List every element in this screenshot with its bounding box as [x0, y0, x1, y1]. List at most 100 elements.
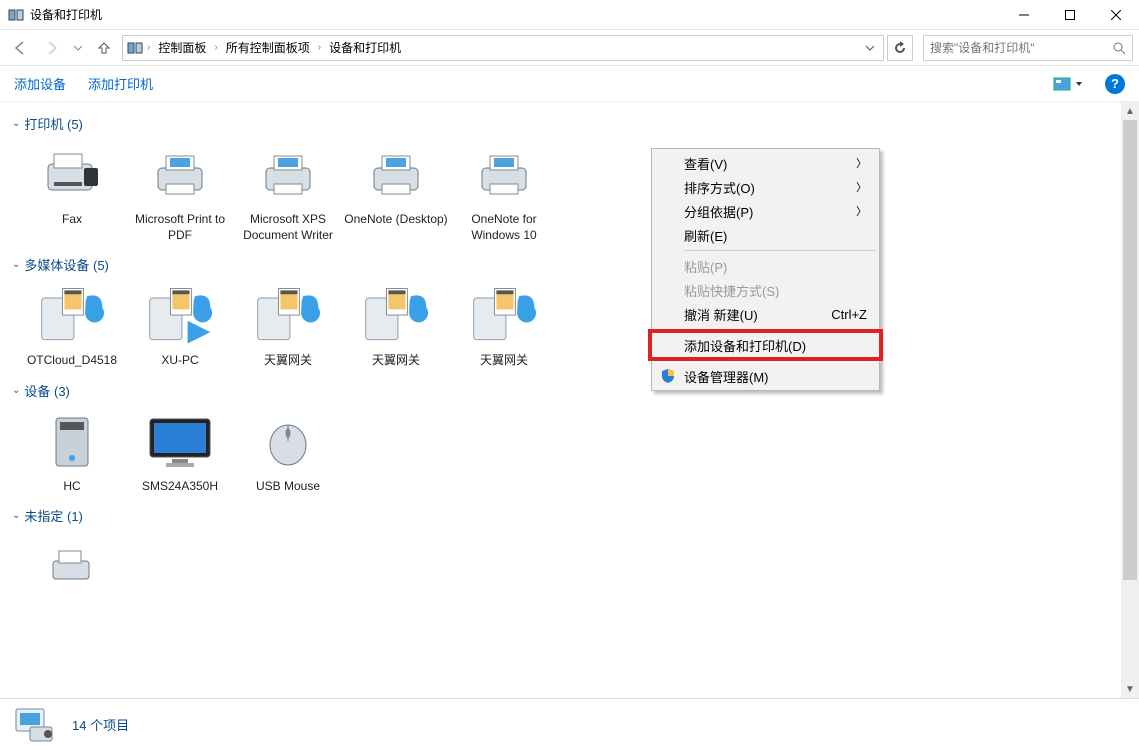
- items-row: [8, 531, 1139, 609]
- breadcrumb-item[interactable]: 控制面板: [154, 37, 210, 58]
- device-label: Microsoft Print to PDF: [128, 211, 232, 243]
- chevron-right-icon: 〉: [856, 179, 867, 195]
- add-printer-link[interactable]: 添加打印机: [88, 74, 153, 93]
- device-label: OneNote for Windows 10: [452, 211, 556, 243]
- chevron-down-icon: ⌄: [12, 259, 20, 270]
- device-label: Fax: [62, 211, 82, 227]
- menu-item[interactable]: 排序方式(O) 〉: [654, 175, 877, 199]
- view-mode-button[interactable]: [1053, 77, 1083, 91]
- search-input[interactable]: [930, 41, 1112, 55]
- menu-item[interactable]: 刷新(E): [654, 223, 877, 247]
- address-bar[interactable]: › 控制面板 › 所有控制面板项 › 设备和打印机: [122, 35, 884, 61]
- chevron-right-icon: 〉: [856, 155, 867, 171]
- vertical-scrollbar[interactable]: ▲ ▼: [1121, 102, 1139, 698]
- content-area: ⌄打印机 (5) Fax Microsoft Print to PDFMicroso…: [0, 102, 1139, 672]
- device-label: XU-PC: [161, 352, 198, 368]
- menu-item[interactable]: 添加设备和打印机(D): [654, 333, 877, 357]
- menu-item-label: 排序方式(O): [684, 178, 755, 197]
- device-label: SMS24A350H: [142, 478, 218, 494]
- section-header[interactable]: ⌄ 多媒体设备 (5): [8, 249, 1139, 280]
- device-icon: [36, 286, 108, 346]
- device-label: 天翼网关: [264, 352, 312, 368]
- status-text: 14 个项目: [72, 715, 129, 734]
- menu-item[interactable]: 设备管理器(M): [654, 364, 877, 388]
- scroll-down-button[interactable]: ▼: [1121, 680, 1139, 698]
- device-icon: [360, 145, 432, 205]
- titlebar: 设备和打印机: [0, 0, 1139, 30]
- device-item[interactable]: 天翼网关: [450, 280, 558, 374]
- section-header[interactable]: ⌄打印机 (5): [8, 108, 1139, 139]
- scroll-up-button[interactable]: ▲: [1121, 102, 1139, 120]
- chevron-down-icon: ⌄: [12, 118, 20, 129]
- device-icon: [36, 412, 108, 472]
- device-icon: [144, 145, 216, 205]
- close-button[interactable]: [1093, 0, 1139, 30]
- chevron-right-icon: ›: [147, 42, 150, 53]
- menu-item[interactable]: 分组依据(P) 〉: [654, 199, 877, 223]
- address-dropdown[interactable]: [861, 43, 879, 53]
- menu-item-label: 粘贴快捷方式(S): [684, 281, 779, 300]
- device-icon: [252, 286, 324, 346]
- address-icon: [127, 40, 143, 56]
- menu-item-label: 撤消 新建(U): [684, 305, 758, 324]
- window-title: 设备和打印机: [30, 6, 1001, 23]
- chevron-right-icon: ›: [318, 42, 321, 53]
- menu-item[interactable]: 撤消 新建(U) Ctrl+Z: [654, 302, 877, 326]
- items-row: Fax Microsoft Print to PDFMicrosoft XPS D…: [8, 139, 1139, 249]
- search-icon[interactable]: [1112, 41, 1126, 55]
- device-label: OneNote (Desktop): [344, 211, 447, 227]
- menu-separator: [684, 250, 876, 251]
- device-item[interactable]: Microsoft Print to PDF: [126, 139, 234, 249]
- device-label: Microsoft XPS Document Writer: [236, 211, 340, 243]
- search-box[interactable]: [923, 35, 1133, 61]
- menu-item: 粘贴(P): [654, 254, 877, 278]
- device-item[interactable]: SMS24A350H: [126, 406, 234, 500]
- device-item[interactable]: OTCloud_D4518: [18, 280, 126, 374]
- device-item[interactable]: [18, 531, 126, 609]
- device-item[interactable]: 天翼网关: [342, 280, 450, 374]
- section-header[interactable]: ⌄设备 (3): [8, 375, 1139, 406]
- device-item[interactable]: 天翼网关: [234, 280, 342, 374]
- refresh-button[interactable]: [887, 35, 913, 61]
- device-item[interactable]: USB Mouse: [234, 406, 342, 500]
- maximize-button[interactable]: [1047, 0, 1093, 30]
- section-header[interactable]: ⌄未指定 (1): [8, 500, 1139, 531]
- items-row: OTCloud_D4518XU-PC天翼网关天翼网关天翼网关: [8, 280, 1139, 374]
- menu-separator: [684, 329, 876, 330]
- help-button[interactable]: ?: [1105, 74, 1125, 94]
- recent-dropdown[interactable]: [70, 35, 86, 61]
- menu-item-shortcut: Ctrl+Z: [831, 307, 867, 322]
- chevron-right-icon: 〉: [856, 203, 867, 219]
- scrollbar-thumb[interactable]: [1123, 120, 1137, 580]
- device-item[interactable]: Fax: [18, 139, 126, 249]
- up-button[interactable]: [90, 35, 118, 61]
- device-item[interactable]: XU-PC: [126, 280, 234, 374]
- breadcrumb-item[interactable]: 设备和打印机: [325, 37, 405, 58]
- device-label: 天翼网关: [480, 352, 528, 368]
- forward-button[interactable]: [38, 35, 66, 61]
- device-icon: [468, 145, 540, 205]
- menu-item-label: 分组依据(P): [684, 202, 753, 221]
- device-item[interactable]: OneNote (Desktop): [342, 139, 450, 249]
- menu-item[interactable]: 查看(V) 〉: [654, 151, 877, 175]
- menu-separator: [684, 360, 876, 361]
- navbar: › 控制面板 › 所有控制面板项 › 设备和打印机: [0, 30, 1139, 66]
- back-button[interactable]: [6, 35, 34, 61]
- device-item[interactable]: OneNote for Windows 10: [450, 139, 558, 249]
- device-label: OTCloud_D4518: [27, 352, 117, 368]
- breadcrumb-item[interactable]: 所有控制面板项: [222, 37, 314, 58]
- device-item[interactable]: HC: [18, 406, 126, 500]
- add-device-link[interactable]: 添加设备: [14, 74, 66, 93]
- menu-item-label: 查看(V): [684, 154, 727, 173]
- device-icon: [36, 537, 108, 597]
- chevron-right-icon: ›: [214, 42, 217, 53]
- context-menu: 查看(V)〉排序方式(O)〉分组依据(P)〉刷新(E)粘贴(P)粘贴快捷方式(S…: [651, 148, 880, 391]
- minimize-button[interactable]: [1001, 0, 1047, 30]
- device-icon: [252, 145, 324, 205]
- status-bar: 14 个项目: [0, 698, 1139, 750]
- shield-icon: [660, 368, 676, 384]
- chevron-down-icon: ⌄: [12, 385, 20, 396]
- device-icon: [144, 286, 216, 346]
- section-title: 多媒体设备 (5): [24, 255, 109, 274]
- device-item[interactable]: Microsoft XPS Document Writer: [234, 139, 342, 249]
